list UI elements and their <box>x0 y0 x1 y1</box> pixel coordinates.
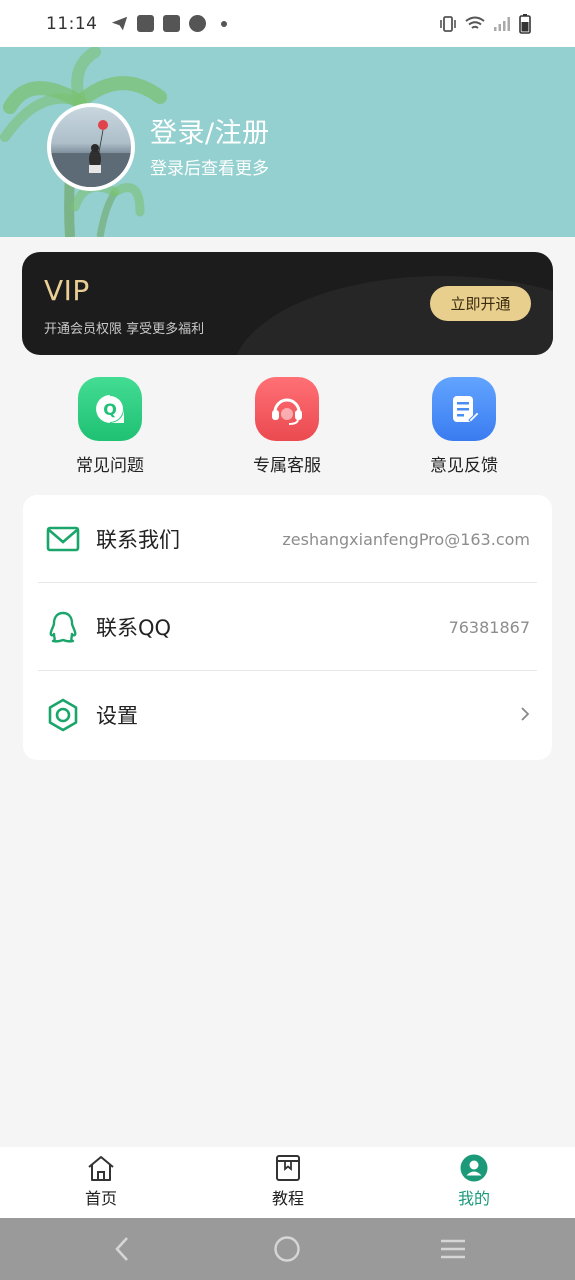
contact-email: zeshangxianfengPro@163.com <box>282 529 530 549</box>
contact-card: 联系我们 zeshangxianfengPro@163.com 联系QQ 763… <box>23 495 552 760</box>
contact-qq-number: 76381867 <box>448 617 530 637</box>
nav-mine[interactable]: 我的 <box>414 1147 534 1218</box>
home-icon <box>88 1156 114 1181</box>
svg-text:Q: Q <box>103 400 117 419</box>
status-bar: 11:14 <box>0 0 575 47</box>
nav-mine-label: 我的 <box>457 1189 490 1208</box>
settings-icon <box>48 698 78 732</box>
contact-us-label: 联系我们 <box>96 528 180 552</box>
feedback-icon <box>432 377 496 441</box>
login-subtitle: 登录后查看更多 <box>150 159 269 179</box>
nav-tutorial-label: 教程 <box>271 1189 304 1208</box>
contact-qq-label: 联系QQ <box>96 616 172 640</box>
vip-card[interactable]: VIP 开通会员权限 享受更多福利 立即开通 <box>22 252 553 355</box>
nav-home[interactable]: 首页 <box>41 1147 161 1218</box>
wifi-icon <box>465 16 485 29</box>
user-icon <box>460 1154 488 1182</box>
faq-icon: Q <box>78 377 142 441</box>
book-icon <box>276 1155 300 1181</box>
dot-icon <box>220 20 227 27</box>
settings-label: 设置 <box>96 704 138 728</box>
status-time: 11:14 <box>46 13 98 34</box>
back-icon[interactable] <box>112 1235 132 1263</box>
nav-home-label: 首页 <box>84 1189 117 1208</box>
vip-subtitle: 开通会员权限 享受更多福利 <box>44 322 205 337</box>
avatar[interactable] <box>47 103 135 191</box>
status-right <box>439 13 531 34</box>
settings-row[interactable]: 设置 <box>23 671 552 759</box>
contact-us-row[interactable]: 联系我们 zeshangxianfengPro@163.com <box>23 495 552 583</box>
quick-action-faq[interactable]: Q 常见问题 <box>50 377 170 476</box>
menu-icon[interactable] <box>439 1235 467 1263</box>
vibrate-icon <box>440 15 456 32</box>
avatar-image <box>51 120 131 187</box>
qq-icon <box>49 611 77 643</box>
signal-icon <box>494 16 510 31</box>
vip-title: VIP <box>44 274 90 307</box>
battery-icon <box>519 13 531 34</box>
home-circle-icon[interactable] <box>273 1235 301 1263</box>
activate-vip-button[interactable]: 立即开通 <box>430 286 531 321</box>
chevron-right-icon <box>521 707 530 721</box>
contact-qq-row[interactable]: 联系QQ 76381867 <box>23 583 552 671</box>
quick-action-label: 专属客服 <box>253 456 321 476</box>
quick-action-support[interactable]: 专属客服 <box>227 377 347 476</box>
quick-action-label: 意见反馈 <box>430 456 498 476</box>
send-icon <box>111 16 127 31</box>
login-register-title[interactable]: 登录/注册 <box>150 111 270 150</box>
quick-actions: Q 常见问题 专属客服 意见反馈 <box>0 377 575 477</box>
profile-header: 登录/注册 登录后查看更多 <box>0 47 575 237</box>
quick-action-feedback[interactable]: 意见反馈 <box>404 377 524 476</box>
headset-icon <box>255 377 319 441</box>
mail-icon <box>46 526 80 552</box>
system-nav-bar <box>0 1218 575 1280</box>
quick-action-label: 常见问题 <box>76 456 144 476</box>
mail-icon <box>162 15 180 32</box>
nav-tutorial[interactable]: 教程 <box>228 1147 348 1218</box>
mail-icon <box>136 15 154 32</box>
speedometer-icon <box>188 15 206 32</box>
bottom-nav: 首页 教程 我的 <box>0 1147 575 1218</box>
status-left: 11:14 <box>46 14 227 34</box>
